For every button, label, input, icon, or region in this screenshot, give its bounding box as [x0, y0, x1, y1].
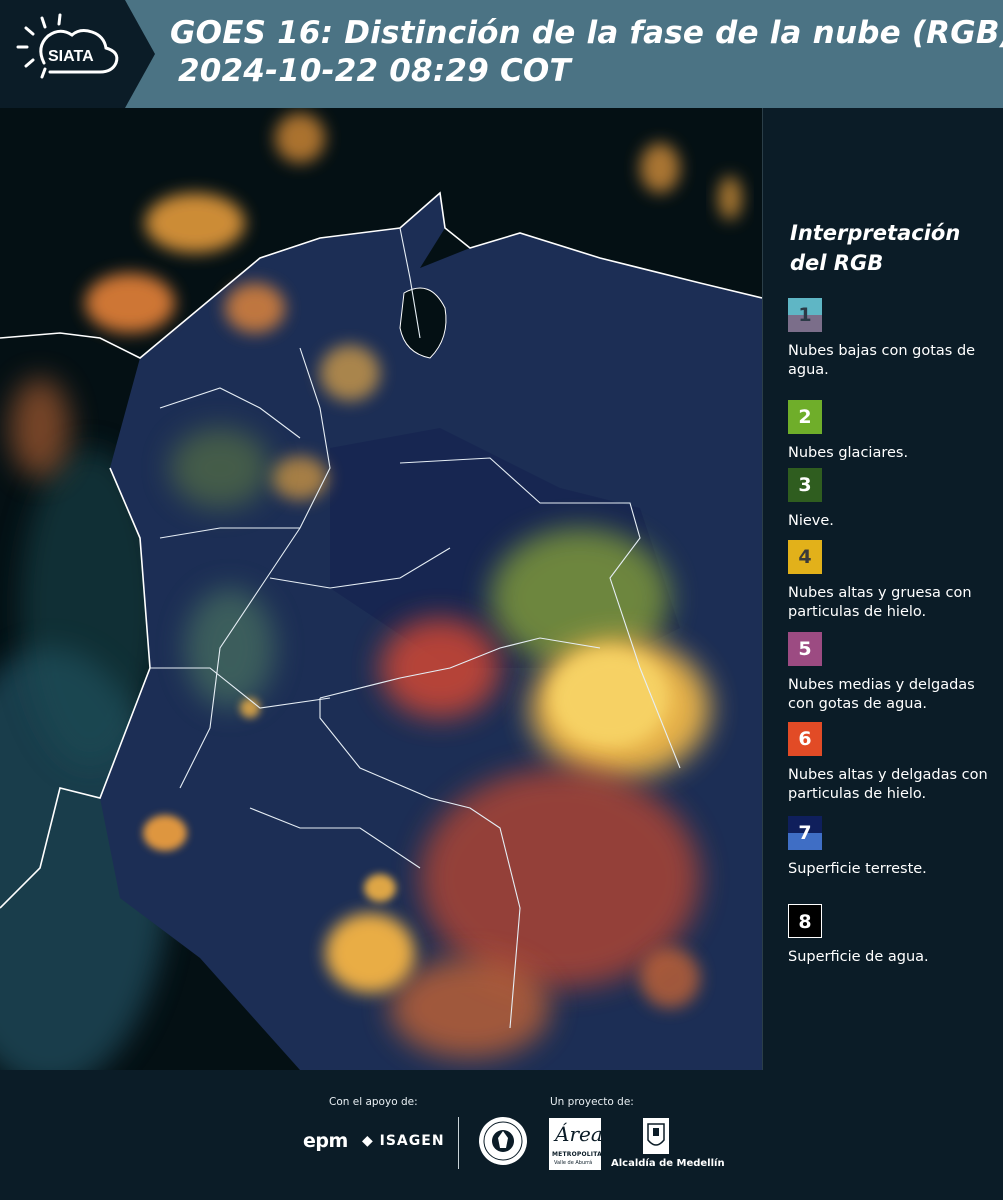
legend-label: Nubes medias y delgadas con gotas de agu…: [788, 677, 975, 712]
legend-number: 6: [798, 728, 812, 750]
epm-logo[interactable]: epm: [303, 1130, 348, 1152]
legend-swatch-8: 8: [788, 904, 822, 938]
alcaldia-shield-icon[interactable]: [643, 1118, 669, 1154]
legend-item-7: 7 Superficie terreste.: [788, 816, 998, 879]
legend-item-1: 1 Nubes bajas con gotas de agua.: [788, 298, 998, 380]
legend-swatch-6: 6: [788, 722, 822, 756]
legend-swatch-7: 7: [788, 816, 822, 850]
legend-title: Interpretación del RGB: [790, 221, 961, 275]
legend-label: Nieve.: [788, 513, 834, 529]
legend-swatch-1: 1: [788, 298, 822, 332]
legend-swatch-5: 5: [788, 632, 822, 666]
legend-number: 5: [798, 638, 812, 660]
legend-panel: Interpretación del RGB 1 Nubes bajas con …: [774, 108, 1003, 1070]
legend-label: Nubes bajas con gotas de agua.: [788, 343, 976, 378]
footer-divider: [458, 1117, 459, 1169]
legend-item-4: 4 Nubes altas y gruesa con particulas de …: [788, 540, 998, 622]
legend-number: 7: [798, 822, 812, 844]
footer: Con el apoyo de: Un proyecto de: epm ◆ I…: [0, 1070, 1003, 1200]
legend-number: 4: [798, 546, 812, 568]
siata-logo[interactable]: SIATA: [0, 0, 155, 108]
legend-swatch-3: 3: [788, 468, 822, 502]
legend-item-5: 5 Nubes medias y delgadas con gotas de ag…: [788, 632, 998, 714]
legend-number: 3: [798, 474, 812, 496]
legend-number: 1: [798, 304, 812, 326]
legend-label: Superficie terreste.: [788, 861, 927, 877]
support-label: Con el apoyo de:: [329, 1096, 418, 1108]
area-metropolitana-logo[interactable]: Área METROPOLITANA Valle de Aburrá: [549, 1118, 612, 1170]
legend-number: 2: [798, 406, 812, 428]
svg-text:SIATA: SIATA: [48, 48, 94, 65]
isagen-text: ISAGEN: [379, 1133, 445, 1149]
legend-label: Nubes glaciares.: [788, 445, 909, 461]
legend-label: Nubes altas y delgadas con particulas de…: [788, 767, 988, 802]
legend-item-2: 2 Nubes glaciares.: [788, 400, 998, 463]
title-line-1: GOES 16: Distinción de la fase de la nub…: [170, 15, 1003, 51]
legend-number: 8: [798, 911, 812, 933]
isagen-logo[interactable]: ◆ ISAGEN: [362, 1133, 445, 1149]
alcaldia-label[interactable]: Alcaldía de Medellín: [611, 1158, 725, 1169]
legend-label: Superficie de agua.: [788, 949, 929, 965]
legend-swatch-4: 4: [788, 540, 822, 574]
legend-item-3: 3 Nieve.: [788, 468, 998, 531]
satellite-map[interactable]: [0, 108, 763, 1070]
project-label: Un proyecto de:: [550, 1096, 634, 1108]
page-title: GOES 16: Distinción de la fase de la nub…: [170, 14, 1003, 90]
title-timestamp: 2024-10-22 08:29 COT: [178, 53, 571, 89]
legend-swatch-2: 2: [788, 400, 822, 434]
legend-item-8: 8 Superficie de agua.: [788, 904, 998, 967]
legend-label: Nubes altas y gruesa con particulas de h…: [788, 585, 972, 620]
legend-item-6: 6 Nubes altas y delgadas con particulas d…: [788, 722, 998, 804]
university-seal-icon[interactable]: [478, 1116, 528, 1166]
header-bar: SIATA GOES 16: Distinción de la fase de …: [0, 0, 1003, 108]
